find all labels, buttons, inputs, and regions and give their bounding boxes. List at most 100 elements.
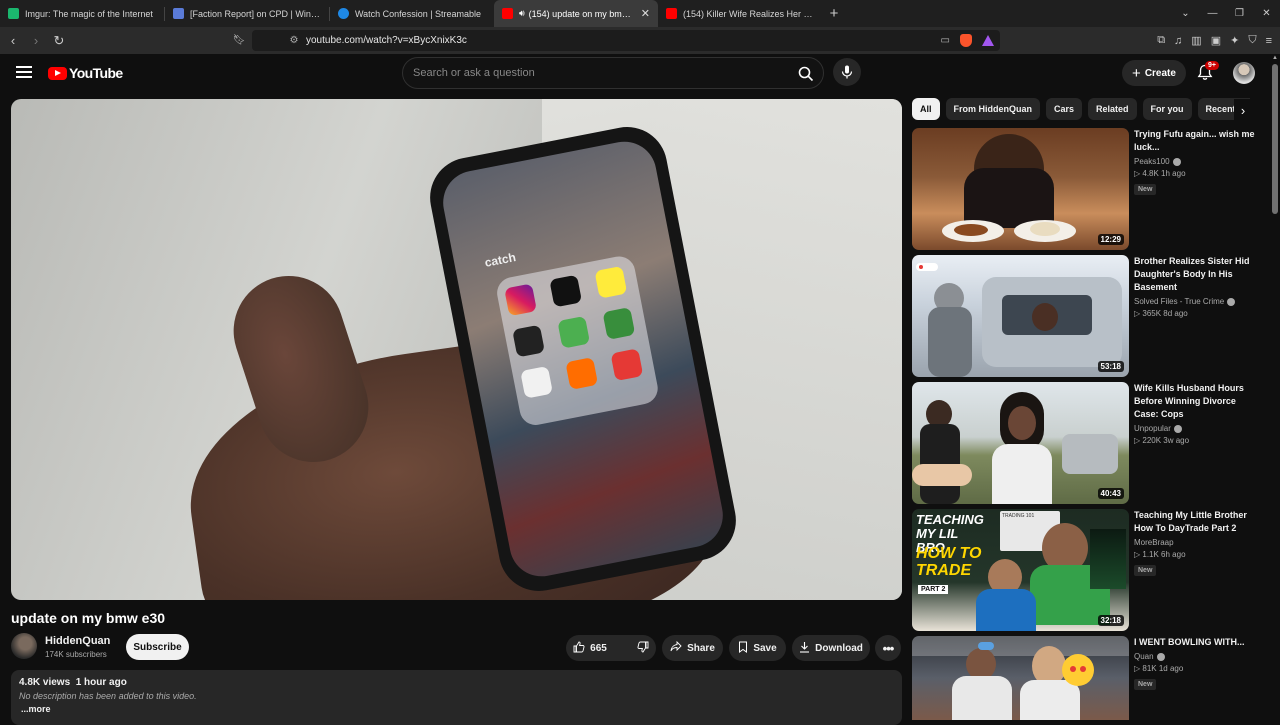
download-label: Download — [815, 642, 863, 654]
search-input[interactable]: Search or ask a question — [413, 67, 535, 79]
search-icon[interactable] — [793, 61, 819, 87]
vpn-shield-icon[interactable]: ⛉ — [1248, 34, 1256, 47]
video-info: Wife Kills Husband Hours Before Winning … — [1134, 382, 1259, 445]
chip-for-you[interactable]: For you — [1142, 98, 1192, 120]
more-horizontal-icon: ••• — [882, 640, 895, 656]
tab-youtube-killer-wife[interactable]: (154) Killer Wife Realizes Her Husband..… — [658, 0, 822, 27]
new-tab-button[interactable]: + — [822, 5, 846, 22]
tab-list-chevron-icon[interactable]: ⌄ — [1172, 8, 1199, 19]
restore-button[interactable]: ❐ — [1226, 8, 1253, 19]
cast-icon[interactable]: ▭ — [941, 35, 950, 46]
page-scrollbar[interactable]: ▲ — [1270, 54, 1280, 720]
channel-name[interactable]: HiddenQuan — [45, 635, 110, 647]
brave-shields-icon[interactable] — [960, 34, 972, 47]
view-meta: ▷ 365K 8d ago — [1134, 309, 1188, 318]
share-button[interactable]: Share — [662, 635, 723, 661]
channel-name[interactable]: Unpopular — [1134, 424, 1171, 433]
sidebar-icon[interactable]: ▥ — [1191, 34, 1201, 47]
channel-name[interactable]: Quan — [1134, 652, 1154, 661]
recommendation-item[interactable]: 40:43 Wife Kills Husband Hours Before Wi… — [912, 382, 1262, 504]
imgur-favicon-icon — [8, 8, 19, 19]
save-button[interactable]: Save — [729, 635, 786, 661]
notifications-bell-icon[interactable]: 9+ — [1197, 61, 1219, 82]
video-duration: 40:43 — [1097, 488, 1124, 499]
bookmark-icon[interactable]: 🔖︎ — [228, 35, 250, 46]
video-player[interactable]: catch — [11, 99, 902, 600]
tab-faction-report[interactable]: [Faction Report] on CPD | Windy City — [165, 0, 329, 27]
video-title[interactable]: Wife Kills Husband Hours Before Winning … — [1134, 382, 1259, 421]
video-thumbnail[interactable]: 40:43 — [912, 382, 1129, 504]
close-tab-icon[interactable]: ✕ — [637, 7, 650, 20]
video-thumbnail[interactable]: TEACHING MY LIL BRO HOW TO TRADE PART 2 … — [912, 509, 1129, 631]
view-count-date: 4.8K views 1 hour ago — [19, 677, 127, 688]
plus-icon: + — [1132, 64, 1141, 82]
leo-ai-icon[interactable]: ✦ — [1230, 34, 1239, 47]
browser-toolbar: ‹ › ↻ 🔖︎ ⚙ youtube.com/watch?v=xBycXnixK… — [0, 27, 1280, 54]
channel-name[interactable]: MoreBraap — [1134, 538, 1174, 547]
chip-cars[interactable]: Cars — [1046, 98, 1083, 120]
account-avatar[interactable] — [1233, 62, 1255, 84]
youtube-logo[interactable]: YouTube — [48, 65, 123, 81]
video-title[interactable]: Teaching My Little Brother How To DayTra… — [1134, 509, 1259, 535]
dislike-button[interactable] — [627, 635, 659, 661]
thumbs-down-icon — [637, 641, 649, 656]
close-window-button[interactable]: ✕ — [1253, 8, 1280, 19]
description-text: No description has been added to this vi… — [19, 691, 197, 701]
more-actions-button[interactable]: ••• — [875, 635, 901, 661]
guide-menu-icon[interactable] — [16, 66, 32, 78]
scrollbar-thumb[interactable] — [1272, 64, 1278, 214]
video-title[interactable]: I WENT BOWLING WITH... — [1134, 636, 1259, 649]
site-settings-icon[interactable]: ⚙ — [282, 35, 306, 46]
chip-all[interactable]: All — [912, 98, 940, 120]
recommendation-item[interactable]: 12:29 Trying Fufu again... wish me luck.… — [912, 128, 1262, 250]
chip-from-channel[interactable]: From HiddenQuan — [945, 98, 1041, 120]
tab-youtube-active[interactable]: 🔊︎ (154) update on my bmw e30 ✕ — [494, 0, 658, 27]
forward-button[interactable]: › — [26, 33, 46, 48]
video-title: update on my bmw e30 — [11, 610, 166, 626]
video-title[interactable]: Trying Fufu again... wish me luck... — [1134, 128, 1259, 154]
download-button[interactable]: Download — [792, 635, 870, 661]
url-text[interactable]: youtube.com/watch?v=xBycXnixK3c — [306, 35, 467, 46]
extensions-icon[interactable]: ⧉ — [1157, 34, 1165, 47]
channel-name[interactable]: Peaks100 — [1134, 157, 1170, 166]
channel-name[interactable]: Solved Files - True Crime — [1134, 297, 1224, 306]
youtube-favicon-icon — [502, 8, 513, 19]
back-button[interactable]: ‹ — [3, 33, 23, 48]
menu-icon[interactable]: ≡ — [1266, 35, 1272, 47]
subscribe-button[interactable]: Subscribe — [126, 634, 189, 660]
address-bar[interactable]: 🔖︎ ⚙ youtube.com/watch?v=xBycXnixK3c ▭ — [233, 30, 1000, 51]
video-duration: 53:18 — [1097, 361, 1124, 372]
media-icon[interactable]: ♫ — [1174, 35, 1182, 47]
audio-playing-icon[interactable]: 🔊︎ — [519, 8, 525, 19]
channel-line: Unpopular — [1134, 424, 1259, 433]
tab-imgur[interactable]: Imgur: The magic of the Internet — [0, 0, 164, 27]
windy-city-favicon-icon — [173, 8, 184, 19]
voice-search-icon[interactable] — [833, 58, 861, 86]
search-box[interactable]: Search or ask a question — [402, 57, 824, 89]
video-thumbnail[interactable] — [912, 636, 1129, 720]
tab-streamable[interactable]: Watch Confession | Streamable — [330, 0, 494, 27]
recommendation-item[interactable]: TEACHING MY LIL BRO HOW TO TRADE PART 2 … — [912, 509, 1262, 631]
new-badge: New — [1134, 184, 1157, 195]
chevron-right-icon[interactable]: › — [1234, 99, 1252, 121]
video-thumbnail[interactable]: 12:29 — [912, 128, 1129, 250]
wallet-icon[interactable]: ▣ — [1211, 34, 1221, 47]
channel-avatar[interactable] — [11, 633, 37, 659]
brave-rewards-icon[interactable] — [982, 35, 994, 46]
tab-title: Imgur: The magic of the Internet — [25, 8, 153, 19]
recommendation-item[interactable]: 53:18 Brother Realizes Sister Hid Daught… — [912, 255, 1262, 377]
share-arrow-icon — [670, 640, 682, 655]
show-more-link[interactable]: ...more — [21, 704, 894, 714]
recommendation-item[interactable]: I WENT BOWLING WITH... Quan ▷ 81K 1d ago… — [912, 636, 1262, 720]
video-title[interactable]: Brother Realizes Sister Hid Daughter's B… — [1134, 255, 1259, 294]
video-thumbnail[interactable]: 53:18 — [912, 255, 1129, 377]
scroll-up-arrow-icon[interactable]: ▲ — [1272, 55, 1278, 61]
like-button[interactable]: 665 — [563, 635, 617, 661]
create-button[interactable]: + Create — [1122, 60, 1186, 86]
youtube-play-icon — [48, 66, 67, 80]
reload-button[interactable]: ↻ — [49, 33, 69, 49]
minimize-button[interactable]: — — [1199, 8, 1226, 19]
description-box[interactable]: 4.8K views 1 hour ago No description has… — [11, 670, 902, 725]
tab-title: Watch Confession | Streamable — [355, 8, 482, 19]
chip-related[interactable]: Related — [1088, 98, 1137, 120]
